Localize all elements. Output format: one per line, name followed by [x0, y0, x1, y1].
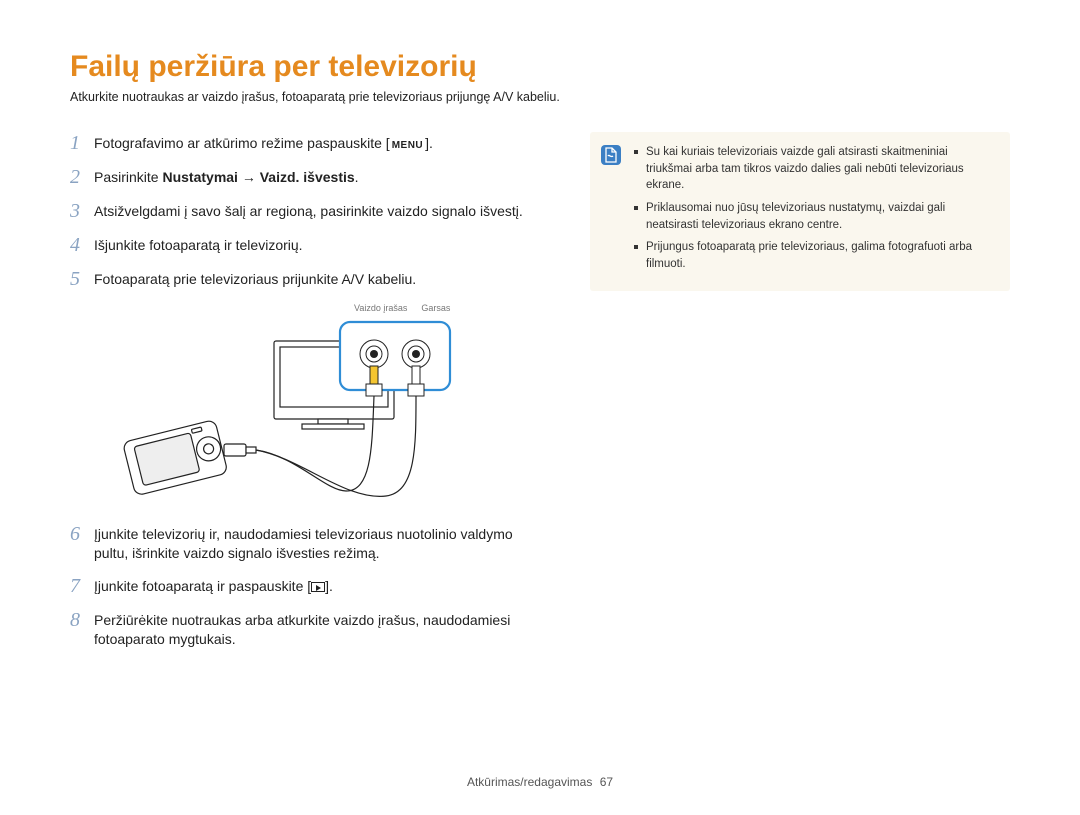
step-text: Išjunkite fotoaparatą ir televizorių.	[94, 234, 550, 255]
step-3: 3 Atsižvelgdami į savo šalį ar regioną, …	[70, 200, 550, 222]
step-number: 8	[70, 609, 94, 631]
note-item: Prijungus fotoaparatą prie televizoriaus…	[634, 239, 994, 272]
note-item: Priklausomai nuo jūsų televizoriaus nust…	[634, 200, 994, 233]
step-text-post: ].	[425, 135, 433, 151]
step-text: Fotografavimo ar atkūrimo režime paspaus…	[94, 135, 390, 151]
step-text: Peržiūrėkite nuotraukas arba atkurkite v…	[94, 609, 550, 649]
step-2: 2 Pasirinkite Nustatymai → Vaizd. išvest…	[70, 166, 550, 188]
page-subtitle: Atkurkite nuotraukas ar vaizdo įrašus, f…	[70, 90, 1010, 104]
step-number: 1	[70, 132, 94, 154]
steps-list: 1 Fotografavimo ar atkūrimo režime paspa…	[70, 132, 550, 649]
step-number: 5	[70, 268, 94, 290]
right-column: Su kai kuriais televizoriais vaizde gali…	[590, 132, 1010, 661]
note-box: Su kai kuriais televizoriais vaizde gali…	[590, 132, 1010, 291]
step-text-post: .	[355, 169, 359, 185]
step-8: 8 Peržiūrėkite nuotraukas arba atkurkite…	[70, 609, 550, 649]
page-title: Failų peržiūra per televizorių	[70, 50, 1010, 84]
left-column: 1 Fotografavimo ar atkūrimo režime paspa…	[70, 132, 550, 661]
diagram-label-audio: Garsas	[421, 302, 450, 314]
menu-key: MENU	[390, 139, 425, 153]
step-bold-text: Nustatymai → Vaizd. išvestis	[162, 169, 354, 185]
step-7: 7 Įjunkite fotoaparatą ir paspauskite []…	[70, 575, 550, 597]
footer-page-number: 67	[600, 775, 613, 789]
av-connection-diagram	[96, 316, 516, 506]
step-text-pre: Pasirinkite	[94, 169, 162, 185]
step-number: 4	[70, 234, 94, 256]
page-footer: Atkūrimas/redagavimas 67	[0, 775, 1080, 789]
step-number: 3	[70, 200, 94, 222]
step-5: 5 Fotoaparatą prie televizoriaus prijunk…	[70, 268, 550, 290]
step-text-pre: Įjunkite fotoaparatą ir paspauskite [	[94, 578, 311, 594]
step-text-post: ].	[325, 578, 333, 594]
step-text: Atsižvelgdami į savo šalį ar regioną, pa…	[94, 200, 550, 221]
step-1: 1 Fotografavimo ar atkūrimo režime paspa…	[70, 132, 550, 154]
note-icon	[600, 144, 622, 279]
note-item: Su kai kuriais televizoriais vaizde gali…	[634, 144, 994, 194]
note-list: Su kai kuriais televizoriais vaizde gali…	[634, 144, 994, 279]
step-4: 4 Išjunkite fotoaparatą ir televizorių.	[70, 234, 550, 256]
step-number: 6	[70, 523, 94, 545]
step-number: 2	[70, 166, 94, 188]
step-text: Fotoaparatą prie televizoriaus prijunkit…	[94, 268, 550, 289]
diagram-item: Vaizdo įrašas Garsas	[70, 302, 550, 511]
step-text: Įjunkite televizorių ir, naudodamiesi te…	[94, 523, 550, 563]
step-6: 6 Įjunkite televizorių ir, naudodamiesi …	[70, 523, 550, 563]
step-number: 7	[70, 575, 94, 597]
footer-section: Atkūrimas/redagavimas	[467, 775, 592, 789]
playback-icon	[311, 582, 325, 592]
diagram-label-video: Vaizdo įrašas	[354, 302, 407, 314]
